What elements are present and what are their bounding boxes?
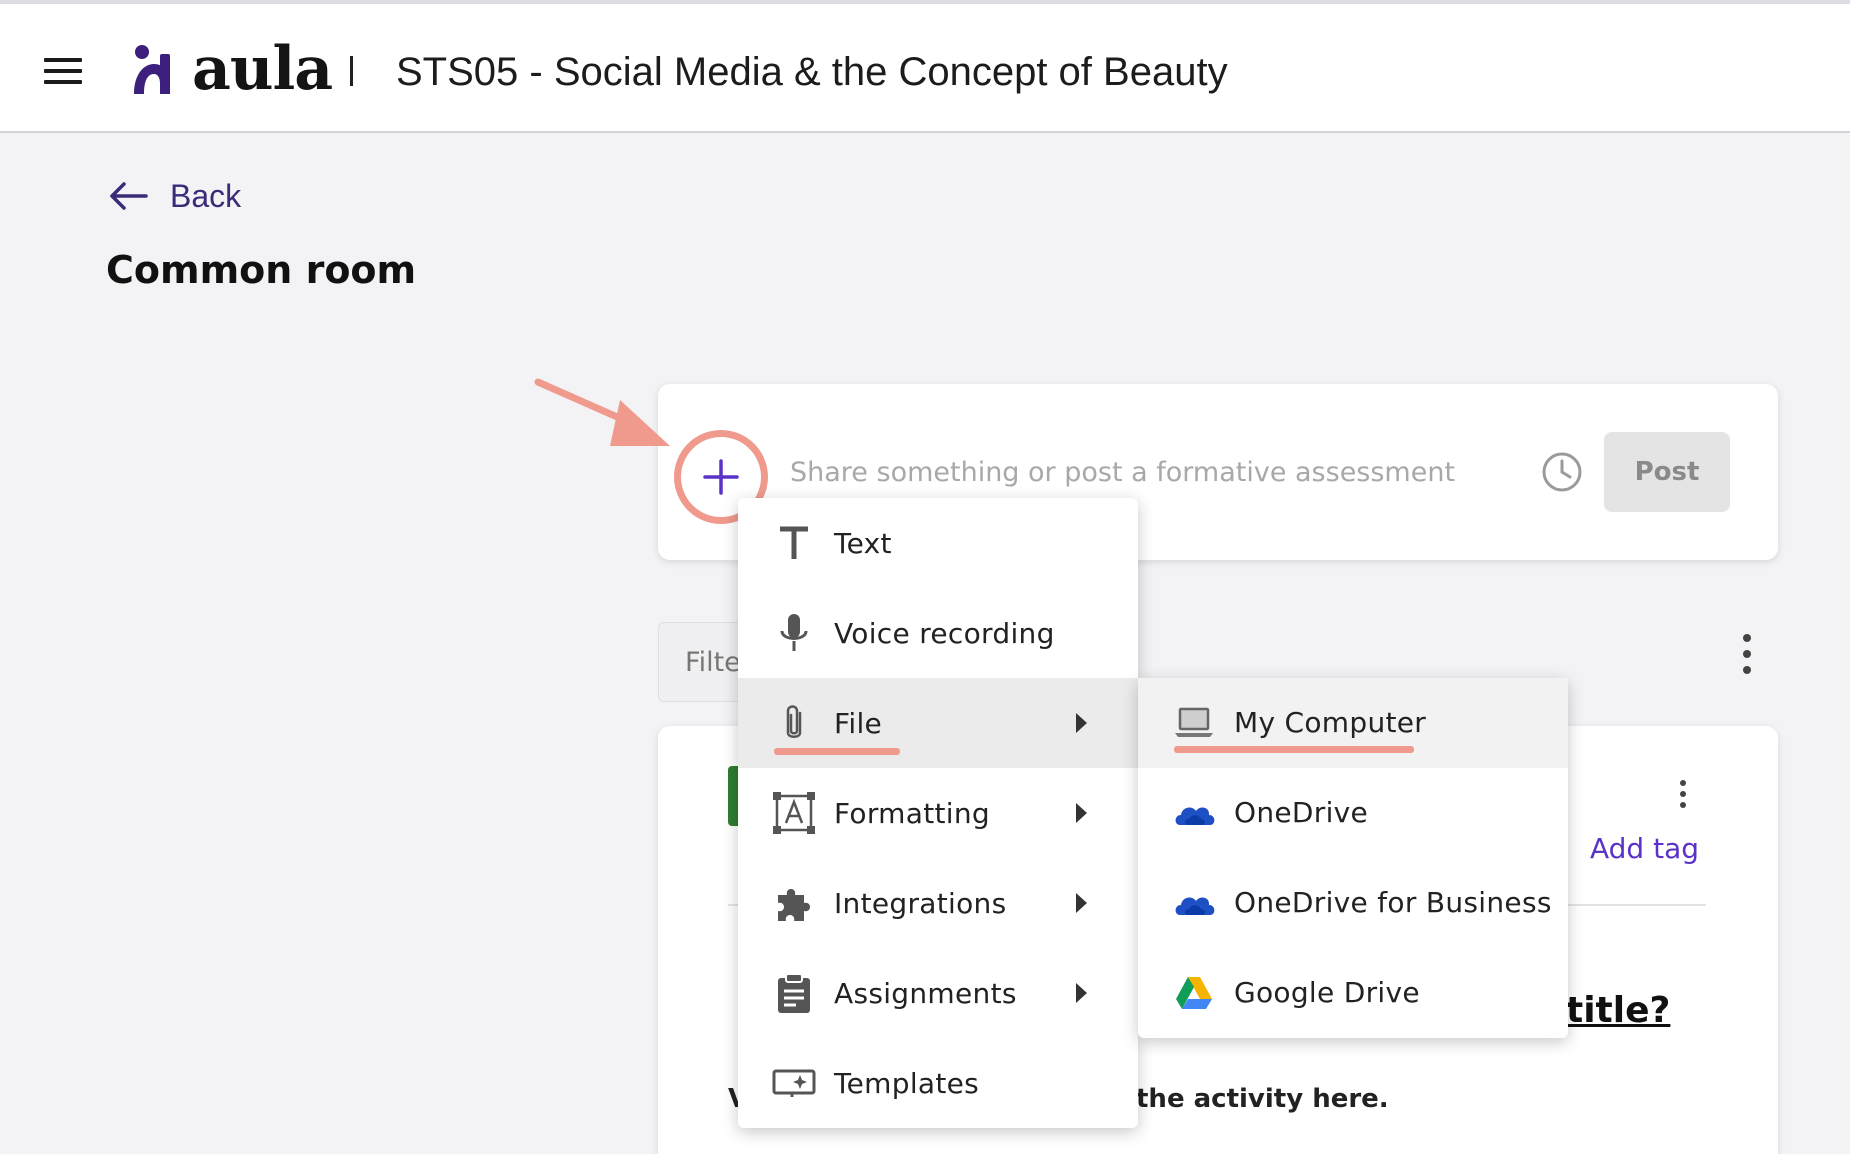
menu-item-file[interactable]: File — [738, 678, 1138, 768]
puzzle-icon — [778, 889, 810, 921]
menu-item-assignments[interactable]: Assignments — [738, 948, 1138, 1038]
submenu-item-google-drive[interactable]: Google Drive — [1138, 948, 1568, 1038]
course-title: STS05 - Social Media & the Concept of Be… — [396, 50, 1228, 94]
formatting-icon — [773, 792, 815, 834]
submenu-item-label: OneDrive — [1234, 796, 1369, 829]
google-drive-icon — [1176, 977, 1212, 1009]
submenu-item-onedrive-business[interactable]: OneDrive for Business — [1138, 858, 1568, 948]
highlight-underline — [1174, 746, 1414, 753]
brand-name: aula — [192, 34, 333, 104]
chevron-right-icon — [1076, 713, 1087, 733]
back-label: Back — [170, 177, 242, 214]
header-separator — [350, 56, 353, 86]
submenu-item-label: Google Drive — [1234, 976, 1420, 1009]
menu-item-formatting[interactable]: Formatting — [738, 768, 1138, 858]
text-icon — [780, 526, 808, 559]
plus-icon — [703, 459, 739, 495]
card-title[interactable]: title? — [1566, 990, 1670, 1031]
clipboard-icon — [778, 973, 810, 1013]
menu-item-label: Voice recording — [834, 616, 1055, 650]
app-header: aula STS05 - Social Media & the Concept … — [0, 4, 1850, 133]
share-input[interactable] — [790, 448, 1510, 496]
microphone-icon — [780, 614, 808, 651]
chevron-right-icon — [1076, 983, 1087, 1003]
menu-item-templates[interactable]: Templates — [738, 1038, 1138, 1128]
menu-item-label: Text — [834, 526, 892, 560]
card-more-options-icon[interactable] — [1676, 780, 1690, 808]
highlight-underline — [774, 748, 900, 755]
card-body: the activity here. — [1136, 1084, 1389, 1114]
submenu-item-onedrive[interactable]: OneDrive — [1138, 768, 1568, 858]
more-options-icon[interactable] — [1740, 634, 1754, 674]
menu-item-label: Assignments — [834, 976, 1017, 1010]
menu-item-label: Integrations — [834, 886, 1007, 920]
file-submenu: My Computer OneDrive OneDrive for Busine… — [1138, 678, 1568, 1038]
post-button[interactable]: Post — [1604, 432, 1730, 512]
page-title: Common room — [106, 248, 417, 292]
chevron-right-icon — [1076, 893, 1087, 913]
add-content-menu: Text Voice recording File Formatting Int… — [738, 498, 1138, 1128]
back-link[interactable]: Back — [106, 174, 241, 218]
paperclip-icon — [786, 705, 802, 738]
submenu-item-my-computer[interactable]: My Computer — [1138, 678, 1568, 768]
clock-icon[interactable] — [1540, 450, 1584, 494]
onedrive-business-icon — [1175, 897, 1215, 915]
hamburger-menu-icon[interactable] — [44, 56, 84, 86]
menu-item-label: Templates — [834, 1066, 980, 1100]
laptop-icon — [1175, 707, 1213, 737]
chevron-right-icon — [1076, 803, 1087, 823]
menu-item-voice-recording[interactable]: Voice recording — [738, 588, 1138, 678]
template-icon — [772, 1069, 816, 1097]
menu-item-integrations[interactable]: Integrations — [738, 858, 1138, 948]
menu-item-label: File — [834, 706, 883, 740]
submenu-item-label: OneDrive for Business — [1234, 886, 1552, 919]
aula-logo-icon — [134, 45, 170, 94]
onedrive-icon — [1175, 807, 1215, 825]
arrow-left-icon — [110, 182, 148, 210]
menu-item-text[interactable]: Text — [738, 498, 1138, 588]
add-tag-link[interactable]: Add tag — [1590, 832, 1699, 865]
menu-item-label: Formatting — [834, 796, 990, 830]
submenu-item-label: My Computer — [1234, 706, 1427, 739]
